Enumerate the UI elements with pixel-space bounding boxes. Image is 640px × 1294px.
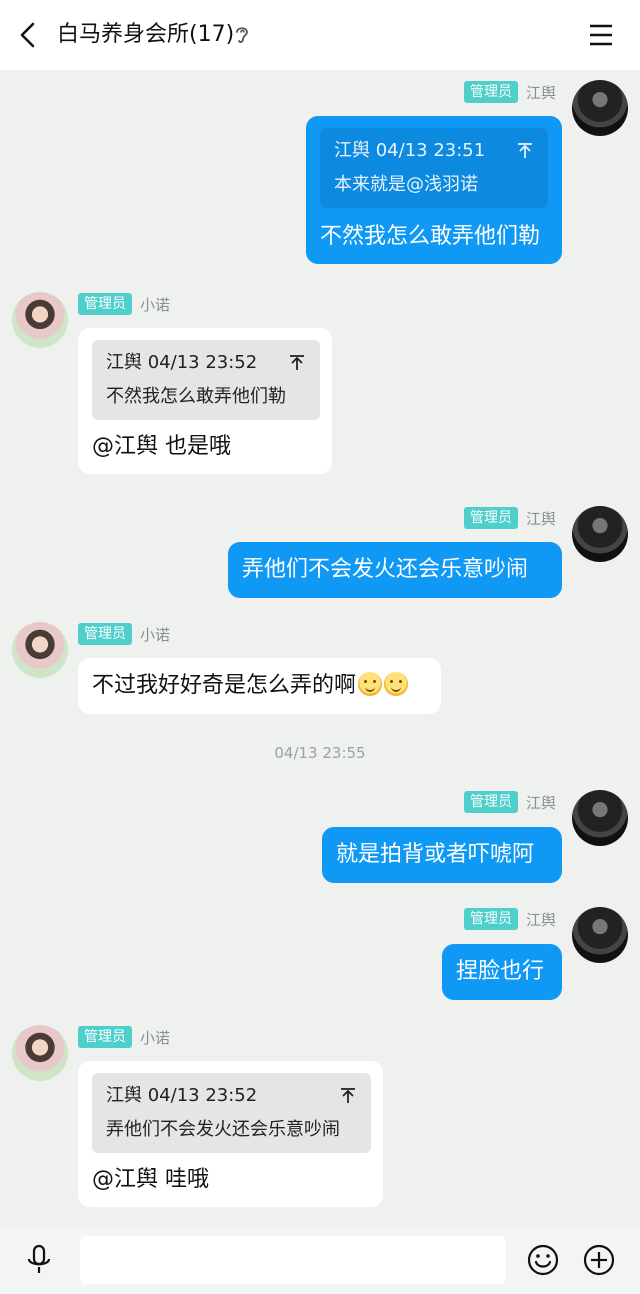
message-text: 就是拍背或者吓唬阿: [336, 842, 535, 867]
sender-meta: 管理员 小诺: [78, 1025, 170, 1049]
emoji-icon[interactable]: [526, 1243, 560, 1277]
message-text: 不然我怎么敢弄他们勒: [320, 224, 541, 249]
quote-author-time: 江舆 04/13 23:52: [106, 352, 258, 373]
microphone-icon[interactable]: [22, 1243, 56, 1277]
chat-header: 白马养身会所(17): [0, 0, 640, 70]
message-text: @江舆 也是哦: [92, 434, 231, 459]
message-input[interactable]: [80, 1236, 506, 1284]
ear-icon: [236, 27, 248, 43]
quoted-message[interactable]: 江舆 04/13 23:52 不然我怎么敢弄他们勒: [92, 340, 320, 420]
message-bubble[interactable]: 不过我好好奇是怎么弄的啊: [78, 658, 441, 714]
sender-meta: 管理员 江舆: [463, 907, 556, 931]
quoted-message[interactable]: 江舆 04/13 23:51 本来就是@浅羽诺: [320, 128, 548, 208]
jump-to-top-icon: [518, 143, 532, 158]
admin-badge: 管理员: [463, 908, 518, 930]
sender-name[interactable]: 小诺: [140, 1027, 170, 1048]
sender-meta: 管理员 江舆: [463, 506, 556, 530]
message-text: 捏脸也行: [456, 959, 545, 984]
admin-badge: 管理员: [463, 791, 518, 813]
smile-emoji-icon: [384, 672, 409, 696]
message-bubble[interactable]: 江舆 04/13 23:51 本来就是@浅羽诺 不然我怎么敢弄他们勒: [306, 116, 562, 264]
quote-author-time: 江舆 04/13 23:52: [106, 1085, 258, 1106]
avatar[interactable]: [572, 790, 628, 846]
quote-text: 不然我怎么敢弄他们勒: [106, 386, 286, 407]
avatar[interactable]: [572, 907, 628, 963]
avatar[interactable]: [12, 1025, 68, 1081]
sender-meta: 管理员 江舆: [463, 790, 556, 814]
menu-icon[interactable]: [586, 20, 616, 50]
sender-name[interactable]: 江舆: [526, 508, 556, 529]
back-arrow-icon[interactable]: [14, 20, 44, 50]
avatar[interactable]: [572, 506, 628, 562]
message-bubble[interactable]: 江舆 04/13 23:52 弄他们不会发火还会乐意吵闹 @江舆 哇哦: [78, 1061, 383, 1207]
message-bubble[interactable]: 弄他们不会发火还会乐意吵闹: [228, 542, 562, 598]
sender-meta: 管理员 小诺: [78, 622, 170, 646]
sender-name[interactable]: 江舆: [526, 909, 556, 930]
message-bubble[interactable]: 就是拍背或者吓唬阿: [322, 827, 562, 883]
sender-name[interactable]: 小诺: [140, 624, 170, 645]
message-text: 不过我好好奇是怎么弄的啊: [92, 673, 357, 698]
message-bubble[interactable]: 捏脸也行: [442, 944, 562, 1000]
admin-badge: 管理员: [78, 1026, 132, 1048]
quote-text: 弄他们不会发火还会乐意吵闹: [106, 1119, 340, 1140]
timestamp-separator: 04/13 23:55: [274, 744, 366, 762]
avatar[interactable]: [12, 292, 68, 348]
admin-badge: 管理员: [463, 507, 518, 529]
admin-badge: 管理员: [463, 81, 518, 103]
avatar[interactable]: [572, 80, 628, 136]
sender-name[interactable]: 小诺: [140, 294, 170, 315]
message-text: 弄他们不会发火还会乐意吵闹: [242, 557, 529, 582]
quoted-message[interactable]: 江舆 04/13 23:52 弄他们不会发火还会乐意吵闹: [92, 1073, 371, 1153]
chat-title[interactable]: 白马养身会所(17): [57, 20, 234, 50]
quote-text: 本来就是@浅羽诺: [334, 174, 478, 195]
sender-name[interactable]: 江舆: [526, 82, 556, 103]
jump-to-top-icon: [290, 355, 304, 370]
admin-badge: 管理员: [78, 623, 132, 645]
message-list[interactable]: 管理员 江舆 江舆 04/13 23:51 本来就是@浅羽诺 不然我怎么敢弄他们…: [0, 70, 640, 1226]
message-text: @江舆 哇哦: [92, 1167, 209, 1192]
sender-meta: 管理员 小诺: [78, 292, 170, 316]
input-bar: [0, 1226, 640, 1294]
jump-to-top-icon: [341, 1088, 355, 1103]
message-bubble[interactable]: 江舆 04/13 23:52 不然我怎么敢弄他们勒 @江舆 也是哦: [78, 328, 332, 474]
admin-badge: 管理员: [78, 293, 132, 315]
sender-name[interactable]: 江舆: [526, 792, 556, 813]
smile-emoji-icon: [358, 672, 383, 696]
sender-meta: 管理员 江舆: [463, 80, 556, 104]
avatar[interactable]: [12, 622, 68, 678]
quote-author-time: 江舆 04/13 23:51: [334, 140, 486, 161]
plus-icon[interactable]: [582, 1243, 616, 1277]
